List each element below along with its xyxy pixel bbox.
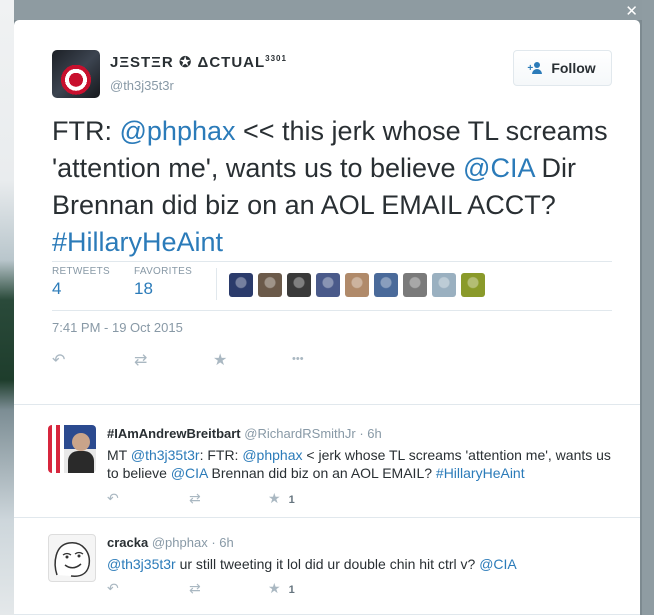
reply-text-part: ur still tweeting it lol did ur double c… — [175, 556, 480, 572]
star-glyph: ★ — [268, 580, 281, 596]
reply-header: #IAmAndrewBreitbart @RichardRSmithJr · 6… — [107, 426, 382, 441]
mention-link[interactable]: @phphax — [242, 447, 302, 463]
tweet-stats: RETWEETS 4 FAVORITES 18 — [52, 261, 612, 311]
star-glyph: ★ — [268, 490, 281, 506]
background-page-header — [0, 0, 654, 20]
reply-text: @th3j35t3r ur still tweeting it lol did … — [107, 555, 619, 573]
reply-author-fullname[interactable]: cracka — [107, 535, 148, 550]
retweets-stat[interactable]: RETWEETS 4 — [52, 266, 110, 299]
tweet-text: FTR: @phphax << this jerk whose TL screa… — [52, 113, 612, 261]
reply-icon[interactable]: ↶ — [107, 580, 119, 597]
retweets-label: RETWEETS — [52, 266, 110, 277]
hashtag-link[interactable]: #HillaryHeAint — [436, 465, 525, 481]
reply-text: MT @th3j35t3r: FTR: @phphax < jerk whose… — [107, 446, 619, 482]
retweet-icon[interactable]: ⇄ — [189, 490, 201, 507]
reply-actions: ↶ ⇄ ★ 1 — [14, 580, 640, 600]
mention-link[interactable]: @phphax — [120, 116, 236, 146]
fullname-superscript: 3301 — [265, 54, 287, 63]
tweet-actions: ↶ ⇄ ★ ••• — [14, 350, 640, 374]
rage-face-icon — [54, 542, 91, 577]
reply-time[interactable]: · 6h — [359, 426, 381, 441]
reply-author-username[interactable]: @RichardRSmithJr — [244, 426, 355, 441]
favoriter-avatar[interactable] — [258, 273, 282, 297]
follow-person-icon: + — [527, 61, 545, 75]
background-page-right — [642, 0, 654, 615]
favoriter-avatar[interactable] — [374, 273, 398, 297]
retweet-icon[interactable]: ⇄ — [134, 350, 147, 370]
favorites-count[interactable]: 18 — [134, 279, 192, 299]
follow-button-label: Follow — [551, 60, 596, 76]
mention-link[interactable]: @CIA — [463, 153, 534, 183]
hashtag-link[interactable]: #HillaryHeAint — [52, 227, 223, 257]
more-icon[interactable]: ••• — [292, 353, 304, 365]
favoriter-avatar[interactable] — [229, 273, 253, 297]
reply-text-part: Brennan did biz on an AOL EMAIL? — [207, 465, 436, 481]
favoriter-avatar[interactable] — [287, 273, 311, 297]
reply-text-part: MT — [107, 447, 131, 463]
reply-text-part: : FTR: — [199, 447, 243, 463]
favorite-icon[interactable]: ★ — [213, 350, 227, 370]
retweets-count[interactable]: 4 — [52, 279, 110, 299]
avatar-body — [68, 451, 94, 473]
favorites-label: FAVORITES — [134, 266, 193, 277]
reply-icon[interactable]: ↶ — [107, 490, 119, 507]
reply-actions: ↶ ⇄ ★ 1 — [14, 490, 640, 510]
tweet-timestamp[interactable]: 7:41 PM - 19 Oct 2015 — [52, 320, 183, 335]
follow-button[interactable]: + Follow — [513, 50, 612, 86]
reply-tweet[interactable]: #IAmAndrewBreitbart @RichardRSmithJr · 6… — [14, 405, 640, 518]
favoriter-avatars — [229, 273, 485, 297]
mention-link[interactable]: @th3j35t3r — [107, 556, 176, 572]
favoriter-avatar[interactable] — [461, 273, 485, 297]
reply-header: cracka @phphax · 6h — [107, 535, 234, 550]
avatar[interactable] — [48, 425, 96, 473]
favoriter-avatar[interactable] — [403, 273, 427, 297]
favoriter-avatar[interactable] — [316, 273, 340, 297]
favorite-icon[interactable]: ★ 1 — [268, 490, 295, 507]
avatar-face — [72, 433, 90, 451]
tweet-author-username[interactable]: @th3j35t3r — [110, 78, 174, 93]
main-tweet: JΞSTΞR ✪ ΔCTUAL3301 @th3j35t3r + Follow … — [14, 20, 640, 405]
mention-link[interactable]: @CIA — [479, 556, 517, 572]
tweet-permalink-modal: JΞSTΞR ✪ ΔCTUAL3301 @th3j35t3r + Follow … — [14, 20, 640, 615]
avatar[interactable] — [52, 50, 100, 98]
reply-author-username[interactable]: @phphax — [152, 535, 208, 550]
tweet-author-fullname[interactable]: JΞSTΞR ✪ ΔCTUAL3301 — [110, 53, 287, 71]
reply-tweet[interactable]: cracka @phphax · 6h @th3j35t3r ur still … — [14, 518, 640, 615]
favorite-count: 1 — [288, 494, 295, 506]
mention-link[interactable]: @CIA — [171, 465, 208, 481]
mention-link[interactable]: @th3j35t3r — [131, 447, 200, 463]
reply-icon[interactable]: ↶ — [52, 350, 65, 370]
close-icon[interactable]: ✕ — [625, 2, 638, 20]
reply-time[interactable]: · 6h — [211, 535, 233, 550]
favorites-stat[interactable]: FAVORITES 18 — [134, 266, 192, 299]
reply-author-fullname[interactable]: #IAmAndrewBreitbart — [107, 426, 241, 441]
favoriter-avatar[interactable] — [432, 273, 456, 297]
tweet-text-part: FTR: — [52, 116, 120, 146]
favoriter-avatar[interactable] — [345, 273, 369, 297]
favorite-count: 1 — [288, 584, 295, 596]
fullname-text[interactable]: JΞSTΞR ✪ ΔCTUAL — [110, 54, 265, 71]
favorite-icon[interactable]: ★ 1 — [268, 580, 295, 597]
retweet-icon[interactable]: ⇄ — [189, 580, 201, 597]
avatar[interactable] — [48, 534, 96, 582]
background-page-left — [0, 0, 14, 615]
stats-divider — [216, 268, 217, 300]
